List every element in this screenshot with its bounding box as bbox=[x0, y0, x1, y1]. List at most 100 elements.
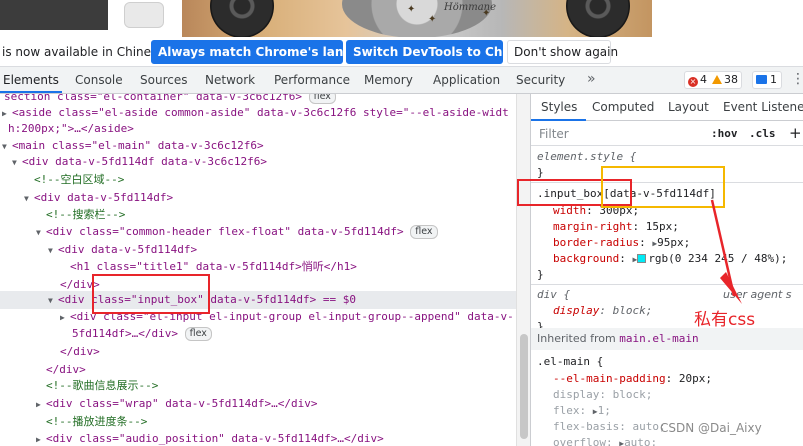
node-text: h:200px;">…</aside> bbox=[8, 122, 134, 135]
tree-node-line[interactable]: ▼ <div data-v-5fd114df data-v-3c6c12f6> bbox=[0, 153, 516, 171]
tree-scrollbar[interactable] bbox=[516, 94, 530, 446]
warning-icon bbox=[712, 75, 722, 84]
node-text: <div data-v-5fd114df data-v-3c6c12f6> bbox=[22, 155, 268, 168]
flex-badge[interactable]: flex bbox=[308, 94, 336, 104]
watermark: CSDN @Dai_Aixy bbox=[660, 421, 762, 435]
tab-memory[interactable]: Memory bbox=[364, 73, 413, 87]
node-text: </div> bbox=[46, 363, 86, 376]
warning-count: 38 bbox=[724, 73, 738, 86]
tree-node-line[interactable]: ▼ <div class="common-header flex-float" d… bbox=[0, 223, 516, 241]
tree-node-line[interactable]: </div> bbox=[0, 343, 516, 361]
subtab-layout[interactable]: Layout bbox=[668, 100, 709, 114]
tab-sources[interactable]: Sources bbox=[140, 73, 187, 87]
tab-console[interactable]: Console bbox=[75, 73, 123, 87]
selected-tree-node[interactable]: ▼ <div class="input_box" data-v-5fd114df>… bbox=[0, 291, 516, 309]
messages-counter[interactable]: 1 bbox=[752, 71, 782, 89]
node-text: <div data-v-5fd114df> bbox=[34, 191, 174, 204]
class-toggle[interactable]: .cls bbox=[749, 127, 776, 140]
property-name: display bbox=[553, 304, 600, 317]
tree-node-line[interactable]: 5fd114df>…</div> flex bbox=[0, 325, 516, 343]
collapse-arrow-icon[interactable]: ▼ bbox=[12, 154, 22, 172]
hover-state-toggle[interactable]: :hov bbox=[711, 127, 738, 140]
always-match-language-button[interactable]: Always match Chrome's language bbox=[151, 40, 385, 64]
collapse-arrow-icon[interactable]: ▼ bbox=[36, 224, 46, 242]
tree-node-line[interactable]: ▶ <div class="audio_position" data-v-5fd1… bbox=[0, 430, 516, 446]
devtools-menu-icon[interactable]: ⋮ bbox=[791, 71, 803, 87]
css-declaration[interactable]: background: ▶ rgb(0 234 245 / 48%); bbox=[553, 251, 787, 267]
css-declaration[interactable]: overflow: ▶auto; bbox=[553, 435, 657, 446]
property-name: background bbox=[553, 252, 620, 265]
css-declaration: display: block; bbox=[553, 304, 653, 317]
inherited-source-link[interactable]: main.el-main bbox=[619, 332, 698, 345]
message-count: 1 bbox=[770, 73, 777, 86]
tree-node-line[interactable]: <!--播放进度条--> bbox=[0, 413, 516, 431]
devtools-language-infobar: is now available in Chinese! Always matc… bbox=[0, 37, 803, 67]
switch-to-chinese-button[interactable]: Switch DevTools to Chinese bbox=[346, 40, 538, 64]
node-text: <main class="el-main" data-v-3c6c12f6> bbox=[12, 139, 264, 152]
css-declaration[interactable]: display: block; bbox=[553, 387, 652, 403]
node-text: <div class="wrap" data-v-5fd114df>…</div… bbox=[46, 397, 318, 410]
tree-node-line[interactable]: <!--搜索栏--> bbox=[0, 206, 516, 224]
highlight-box-class-attr bbox=[92, 274, 210, 314]
rule-divider bbox=[531, 284, 803, 285]
tree-node-line[interactable]: <!--歌曲信息展示--> bbox=[0, 377, 516, 395]
element-style-text: element.style { bbox=[537, 150, 637, 163]
error-icon: × bbox=[688, 77, 698, 87]
css-declaration[interactable]: flex-basis: auto; bbox=[553, 419, 666, 435]
subtab-styles[interactable]: Styles bbox=[541, 100, 577, 114]
styles-subtabs: Styles Computed Layout Event Listeners bbox=[531, 94, 803, 121]
vinyl-disc-right bbox=[566, 0, 630, 37]
ua-rule-selector[interactable]: div { bbox=[537, 287, 570, 303]
inherited-from-header: Inherited from main.el-main bbox=[531, 328, 803, 350]
dont-show-again-button[interactable]: Don't show again bbox=[507, 40, 618, 64]
node-text: <div data-v-5fd114df> bbox=[58, 243, 198, 256]
tab-elements[interactable]: Elements bbox=[3, 73, 59, 87]
styles-filter-bar: Filter :hov .cls + bbox=[531, 122, 803, 146]
tree-node-line[interactable]: ▶ <div class="wrap" data-v-5fd114df>…</di… bbox=[0, 395, 516, 413]
tab-application[interactable]: Application bbox=[433, 73, 500, 87]
tree-node-line[interactable]: h:200px;">…</aside> bbox=[0, 120, 516, 138]
css-declaration[interactable]: flex: ▶1; bbox=[553, 403, 611, 419]
selector-text: .el-main { bbox=[537, 355, 604, 368]
flex-badge[interactable]: flex bbox=[410, 225, 438, 239]
tree-node-line[interactable]: <!--空白区域--> bbox=[0, 171, 516, 189]
subtab-event-listeners[interactable]: Event Listeners bbox=[723, 100, 803, 114]
element-style-selector[interactable]: element.style { bbox=[537, 149, 636, 165]
elements-dom-tree: section class="el-container" data-v-3c6c… bbox=[0, 94, 516, 446]
tab-network[interactable]: Network bbox=[205, 73, 255, 87]
styles-pane: Styles Computed Layout Event Listeners F… bbox=[530, 94, 803, 446]
node-text: </div> bbox=[60, 345, 100, 358]
expand-arrow-icon[interactable]: ▶ bbox=[36, 431, 46, 446]
more-tabs-icon[interactable]: » bbox=[587, 71, 596, 87]
property-value: 20px; bbox=[678, 372, 712, 385]
rule-close: } bbox=[537, 267, 544, 283]
active-subtab-indicator bbox=[531, 119, 586, 121]
annotation-arrow-icon bbox=[710, 199, 742, 304]
filter-input[interactable]: Filter bbox=[539, 127, 569, 141]
issues-counter[interactable]: × 4 38 bbox=[684, 71, 742, 89]
node-text: <!--空白区域--> bbox=[34, 173, 125, 186]
css-declaration[interactable]: border-radius: ▶95px; bbox=[553, 235, 690, 251]
css-declaration[interactable]: margin-right: 15px; bbox=[553, 219, 679, 235]
tree-scrollbar-thumb[interactable] bbox=[520, 334, 528, 439]
error-count: 4 bbox=[700, 73, 707, 86]
tab-security[interactable]: Security bbox=[516, 73, 565, 87]
expand-arrow-icon[interactable]: ▶ bbox=[36, 396, 46, 414]
css-declaration[interactable]: --el-main-padding: 20px; bbox=[553, 371, 712, 387]
new-rule-icon[interactable]: + bbox=[789, 124, 802, 142]
vinyl-disc-left bbox=[210, 0, 274, 37]
page-button[interactable] bbox=[124, 2, 164, 28]
tab-performance[interactable]: Performance bbox=[274, 73, 350, 87]
tree-node-line[interactable]: ▼ <div data-v-5fd114df> bbox=[0, 189, 516, 207]
flex-badge[interactable]: flex bbox=[184, 327, 212, 341]
rule-selector-el-main[interactable]: .el-main { bbox=[537, 354, 603, 370]
tree-node-line[interactable]: ▼ <div data-v-5fd114df> bbox=[0, 241, 516, 259]
page-preview-strip: ✦ ✦ ✦ Hömmane bbox=[0, 0, 803, 37]
subtab-computed[interactable]: Computed bbox=[592, 100, 654, 114]
color-swatch-icon[interactable] bbox=[637, 254, 647, 263]
node-text: <!--搜索栏--> bbox=[46, 208, 126, 221]
tree-node-line[interactable]: ▶ <div class="el-input el-input-group el-… bbox=[0, 308, 516, 326]
inherited-label: Inherited from bbox=[537, 332, 616, 345]
property-name: display bbox=[553, 388, 600, 401]
tree-node-line[interactable]: <h1 class="title1" data-v-5fd114df>悄听</h… bbox=[0, 258, 516, 276]
